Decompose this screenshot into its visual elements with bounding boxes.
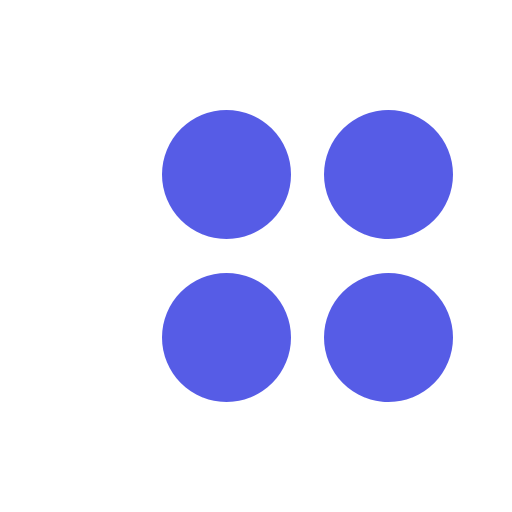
- four-dots-grid-icon: [162, 110, 453, 402]
- dot-bottom-left: [162, 273, 291, 402]
- dot-top-right: [324, 110, 453, 239]
- canvas: [0, 0, 512, 512]
- dot-top-left: [162, 110, 291, 239]
- dot-bottom-right: [324, 273, 453, 402]
